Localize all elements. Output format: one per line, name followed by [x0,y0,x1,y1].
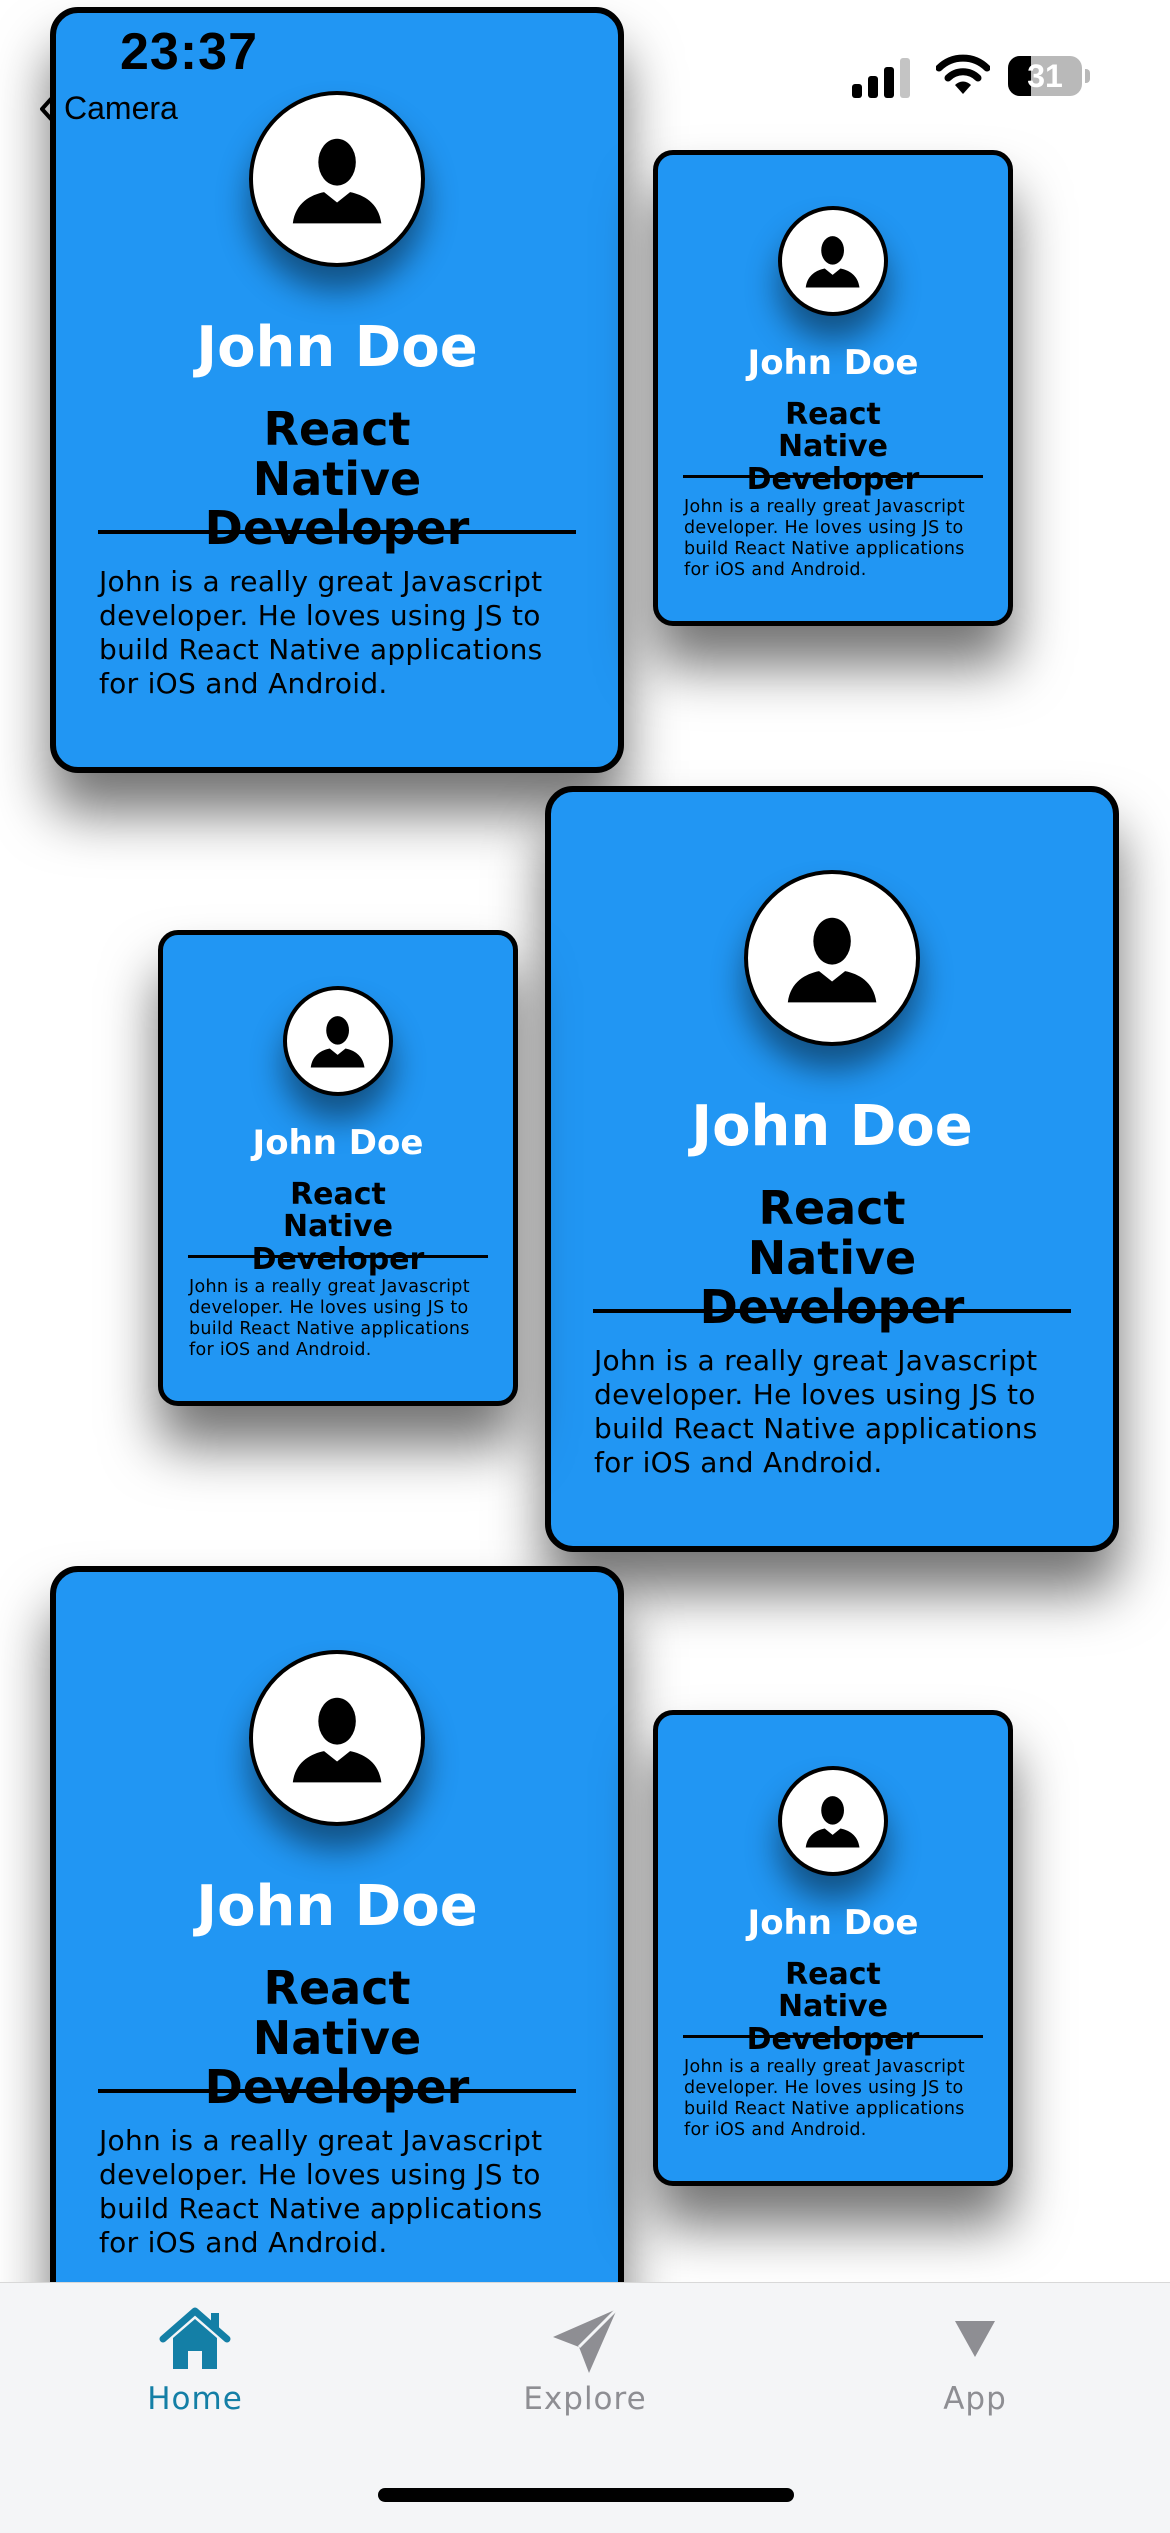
chevron-left-icon [40,96,53,121]
home-icon [159,2307,231,2369]
tab-label: App [943,2381,1007,2417]
back-to-camera-link[interactable]: Camera [38,90,178,127]
person-icon [806,236,860,288]
card-name: John Doe [747,1903,919,1943]
battery-cap [1085,69,1090,83]
status-time: 23:37 [120,23,258,81]
card-bio: John is a really great Javascript develo… [99,565,543,700]
tab-home[interactable]: Home [0,2283,390,2453]
send-icon [553,2307,619,2373]
person-icon [806,1796,860,1848]
back-label: Camera [64,90,178,126]
card-divider [98,2089,576,2093]
avatar [744,870,920,1046]
card-name: John Doe [252,1123,424,1163]
avatar [249,1650,425,1826]
profile-card: John Doe React Native Developer John is … [653,1710,1013,2186]
card-name: John Doe [691,1094,973,1159]
card-title: React Native Developer [746,397,920,497]
wifi-icon [936,54,990,94]
person-icon [311,1016,365,1068]
triangle-down-icon [955,2321,995,2357]
tab-label: Explore [523,2381,647,2417]
cellular-signal-icon [852,58,910,98]
avatar [778,206,888,316]
card-name: John Doe [196,1874,478,1939]
person-icon [787,917,877,1003]
card-divider [683,475,983,478]
card-bio: John is a really great Javascript develo… [189,1277,470,1360]
battery-indicator: 31 [1008,56,1090,96]
card-divider [98,530,576,534]
card-divider [188,1255,488,1258]
person-icon [292,1697,382,1783]
card-title: React Native Developer [251,1177,425,1277]
card-bio: John is a really great Javascript develo… [684,2057,965,2140]
tab-app[interactable]: App [780,2283,1170,2453]
tab-explore[interactable]: Explore [390,2283,780,2453]
profile-card: John Doe React Native Developer John is … [653,150,1013,626]
card-title: React Native Developer [746,1957,920,2057]
card-divider [593,1309,1071,1313]
profile-card: John Doe React Native Developer John is … [50,1566,624,2332]
profile-card: John Doe React Native Developer John is … [158,930,518,1406]
card-name: John Doe [196,315,478,380]
avatar [283,986,393,1096]
card-divider [683,2035,983,2038]
avatar [778,1766,888,1876]
card-bio: John is a really great Javascript develo… [594,1344,1038,1479]
home-indicator [378,2488,794,2502]
profile-card: John Doe React Native Developer John is … [545,786,1119,1552]
card-bio: John is a really great Javascript develo… [684,497,965,580]
card-bio: John is a really great Javascript develo… [99,2124,543,2259]
tab-label: Home [147,2381,243,2417]
status-bar: 23:37 Camera 31 [0,0,1170,150]
card-name: John Doe [747,343,919,383]
battery-level: 31 [1027,58,1063,94]
battery-body: 31 [1008,56,1082,96]
